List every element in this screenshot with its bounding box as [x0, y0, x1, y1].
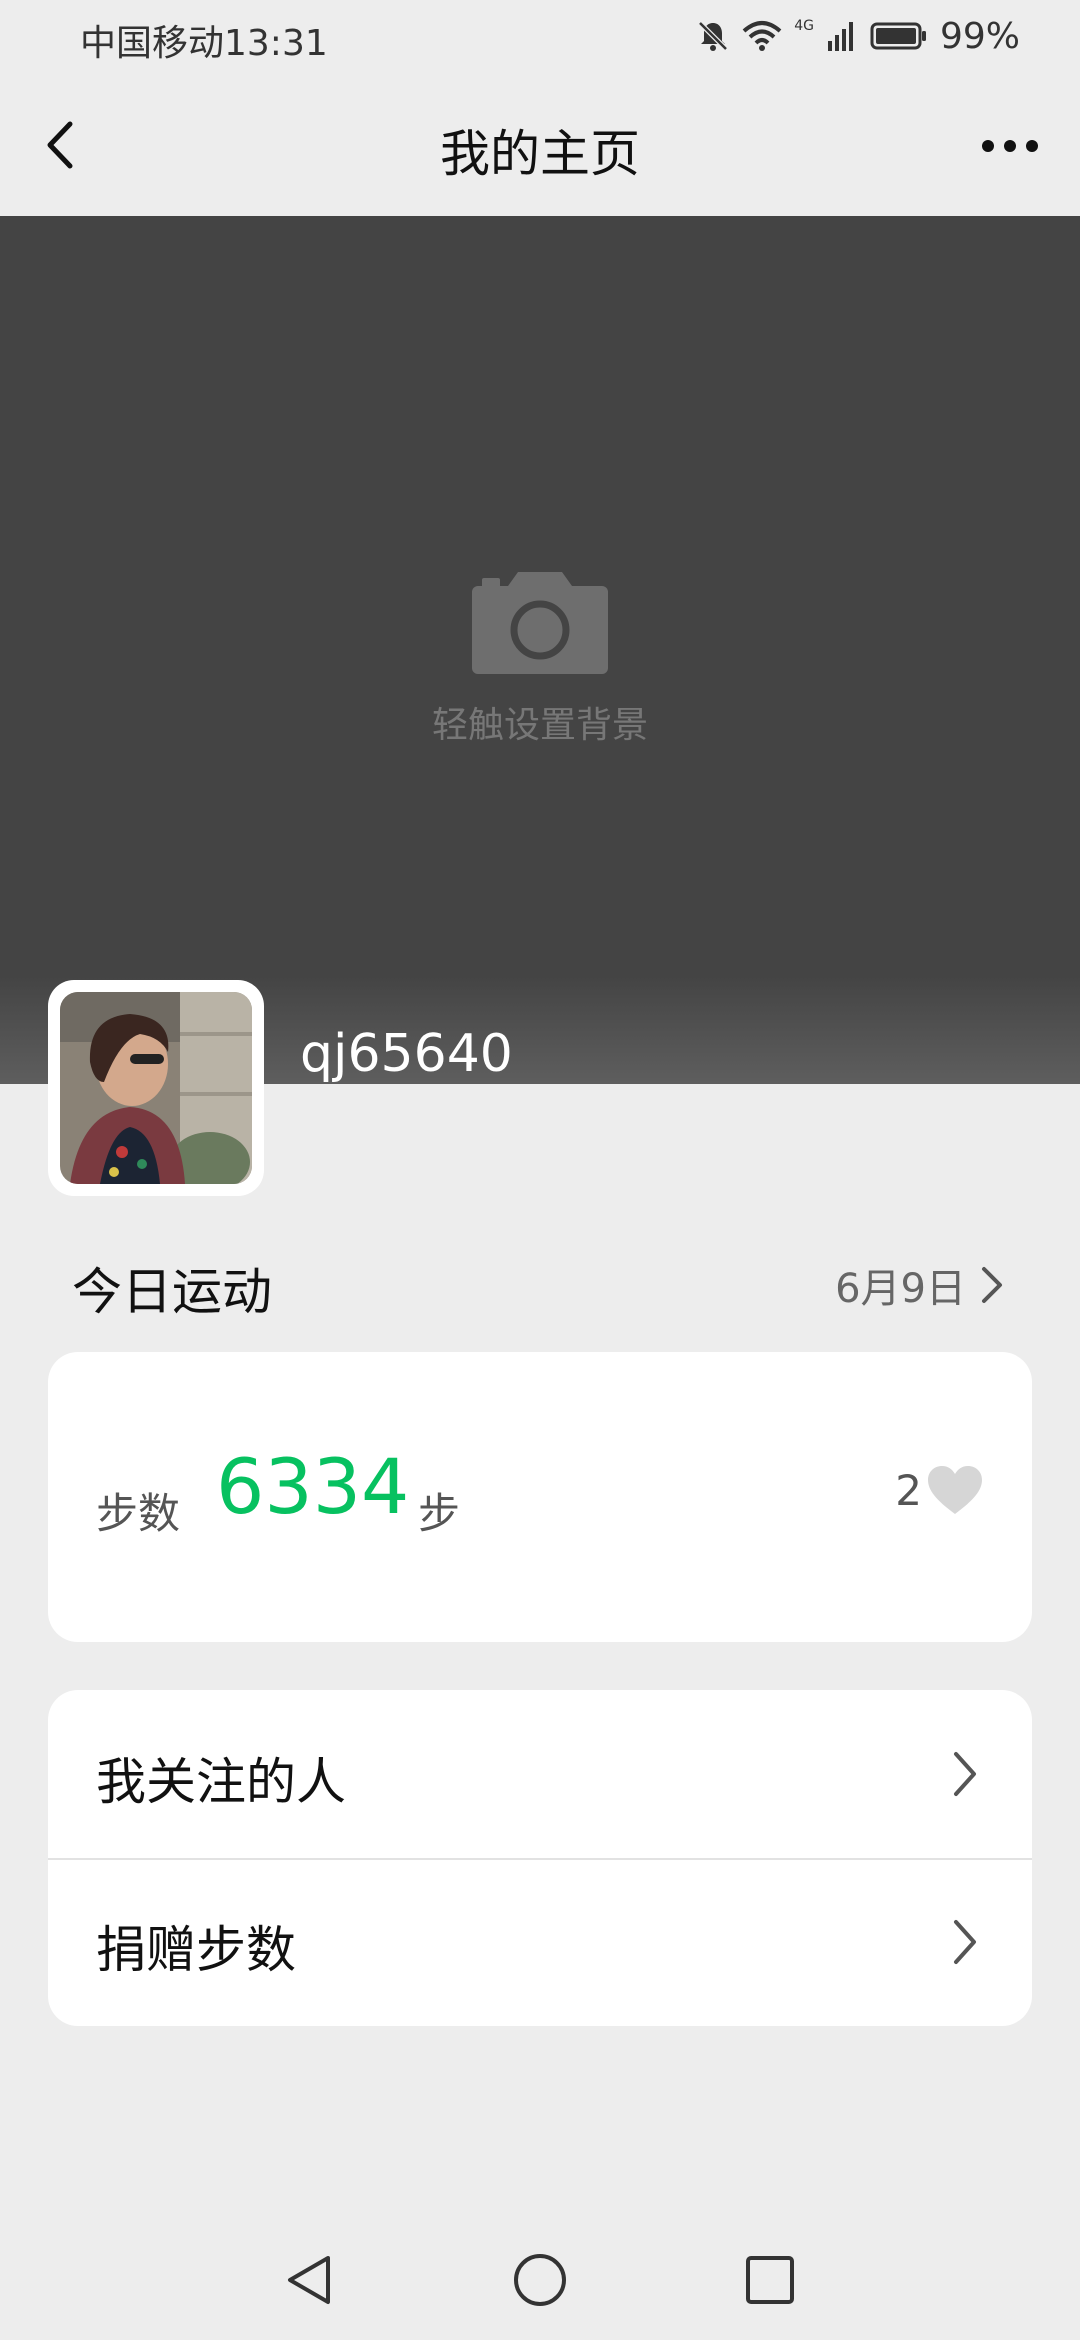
steps-label: 步数	[96, 1489, 181, 1538]
nav-home-button[interactable]	[510, 2250, 570, 2310]
battery-percent: 99%	[939, 15, 1020, 57]
menu-card: 我关注的人 捐赠步数	[48, 1690, 1032, 2026]
avatar[interactable]	[48, 980, 264, 1196]
more-dots-icon	[982, 140, 1038, 152]
today-date-link[interactable]: 6月9日	[835, 1256, 1004, 1314]
username: qj65640	[300, 1024, 513, 1084]
network-type: 4G	[794, 18, 814, 34]
bell-muted-icon	[698, 21, 728, 51]
recents-square-icon	[746, 2256, 794, 2304]
cover-hint: 轻触设置背景	[431, 705, 648, 746]
wifi-icon	[742, 21, 782, 51]
like-count: 2	[895, 1465, 922, 1515]
menu-item-following[interactable]: 我关注的人	[48, 1690, 1032, 1858]
nav-back-button[interactable]	[280, 2250, 340, 2310]
menu-item-donate-steps[interactable]: 捐赠步数	[48, 1858, 1032, 2026]
chevron-right-icon	[982, 1267, 1002, 1303]
signal-icon	[827, 22, 853, 51]
more-button[interactable]	[970, 118, 1050, 174]
heart-icon	[928, 1466, 982, 1514]
menu-item-label: 捐赠步数	[96, 1921, 296, 1979]
steps-value: 6334	[216, 1442, 410, 1531]
nav-recents-button[interactable]	[740, 2250, 800, 2310]
status-icons: 4G 99%	[696, 14, 1020, 58]
cover-background[interactable]: 轻触设置背景	[0, 216, 1080, 1084]
chevron-right-icon	[954, 1752, 976, 1796]
steps-card[interactable]: 步数 6334 步 2	[48, 1352, 1032, 1642]
system-nav-bar	[0, 2220, 1080, 2340]
carrier-time: 中国移动13:31	[80, 23, 328, 64]
menu-item-label: 我关注的人	[96, 1753, 346, 1811]
chevron-right-icon	[954, 1920, 976, 1964]
app-header: 我的主页	[0, 74, 1080, 216]
like-button[interactable]: 2	[895, 1464, 984, 1516]
home-circle-icon	[514, 2254, 566, 2306]
back-triangle-icon	[288, 2256, 330, 2304]
status-bar: 中国移动13:31 4G 99%	[0, 0, 1080, 74]
battery-icon	[870, 22, 926, 50]
today-exercise-label: 今日运动	[72, 1263, 272, 1321]
camera-icon	[472, 572, 608, 674]
avatar-photo	[60, 992, 252, 1184]
today-date: 6月9日	[835, 1266, 966, 1312]
steps-unit: 步	[418, 1489, 461, 1538]
page-title: 我的主页	[440, 125, 640, 183]
